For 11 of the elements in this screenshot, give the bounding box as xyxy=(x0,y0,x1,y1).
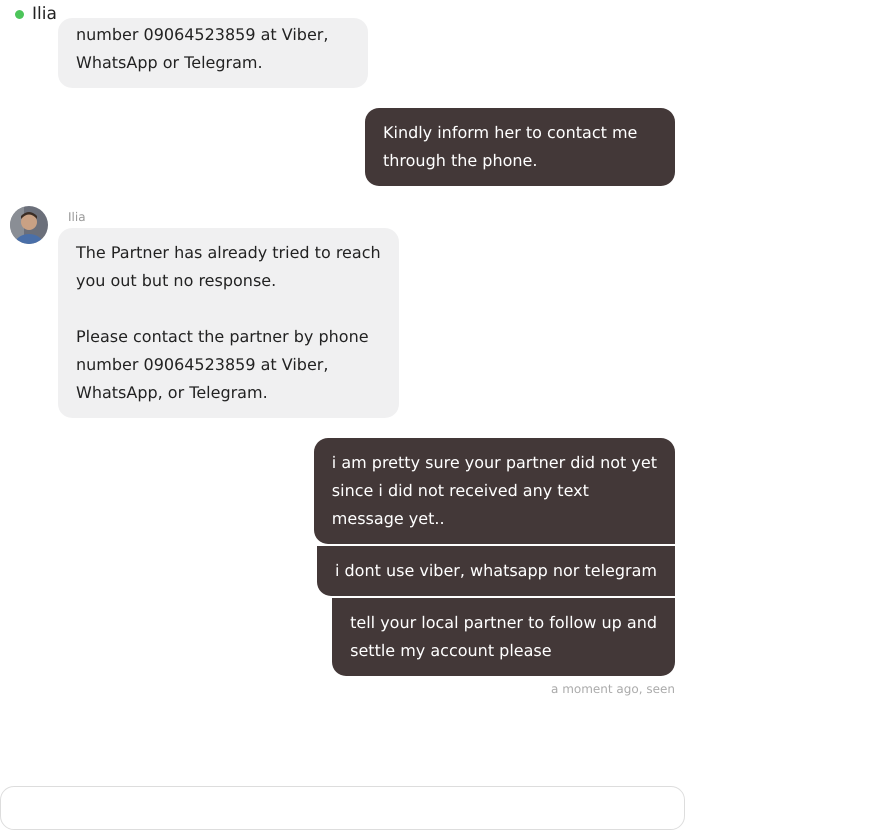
message-text: number 09064523859 at Viber, WhatsApp or Telegram. xyxy=(76,24,330,74)
message-text: i dont use viber, whatsapp nor telegram xyxy=(334,560,657,582)
message-text: Please contact the partner by phone number 09064523859 at Viber, WhatsApp, or Telegram. xyxy=(76,326,370,404)
message-status: a moment ago, seen xyxy=(551,682,675,696)
message-text: tell your local partner to follow up and settle my account please xyxy=(350,612,657,662)
sender-name: Ilia xyxy=(68,210,87,224)
contact-name: Ilia xyxy=(32,4,57,24)
message-text: Kindly inform her to contact me through the phone. xyxy=(383,122,638,172)
message-text: The Partner has already tried to reach you out but no response. xyxy=(76,242,381,292)
message-text: i am pretty sure your partner did not yet since i did not received any text message yet.. xyxy=(332,452,657,530)
message-input[interactable] xyxy=(0,786,685,830)
